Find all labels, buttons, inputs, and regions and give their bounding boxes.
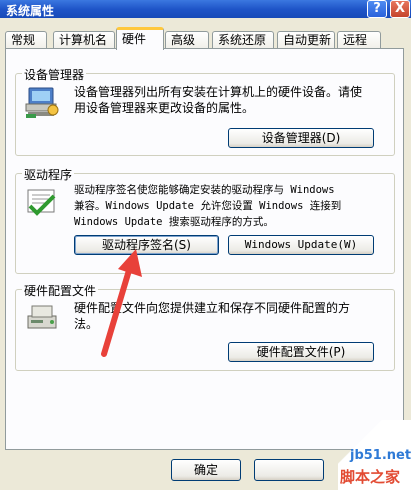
title-bar: 系统属性 ? X — [0, 0, 411, 18]
hardware-profiles-button[interactable]: 硬件配置文件(P) — [228, 342, 374, 362]
hardware-profile-icon — [27, 305, 57, 329]
device-manager-button[interactable]: 设备管理器(D) — [228, 128, 374, 148]
windows-update-button[interactable]: Windows Update(W) — [228, 235, 374, 255]
device-manager-group-title: 设备管理器 — [22, 66, 87, 83]
tab-system-restore[interactable]: 系统还原 — [212, 31, 274, 49]
driver-signing-icon — [27, 189, 56, 216]
hardware-profiles-description-2: 法。 — [74, 317, 99, 331]
drivers-description-3: Windows Update 搜索驱动程序的方式。 — [74, 216, 274, 228]
annotation-arrow — [101, 249, 142, 357]
drivers-group: 驱动程序 驱动程序签名使您能够确定安装的驱动程序与 Windows 兼容。Win… — [15, 166, 395, 274]
device-manager-group: 设备管理器 设备管理器列出所有安装在计算机上的硬件设备。请使 用设备管理器来更改… — [15, 66, 395, 156]
hardware-profiles-group: 硬件配置文件 硬件配置文件向您提供建立和保存不同硬件配置的方 法。 硬件配置文件… — [15, 282, 395, 371]
watermark-site: jb51.net — [350, 448, 411, 463]
hardware-tab-page: 设备管理器 设备管理器列出所有安装在计算机上的硬件设备。请使 用设备管理器来更改… — [5, 48, 404, 450]
tab-remote[interactable]: 远程 — [337, 31, 381, 49]
device-manager-description-2: 用设备管理器来更改设备的属性。 — [74, 101, 255, 115]
hardware-profiles-group-title: 硬件配置文件 — [22, 282, 99, 299]
drivers-group-title: 驱动程序 — [22, 166, 75, 183]
tab-automatic-updates[interactable]: 自动更新 — [277, 31, 335, 49]
window-title: 系统属性 — [6, 4, 55, 18]
tab-general[interactable]: 常规 — [5, 31, 47, 49]
tab-computer-name[interactable]: 计算机名 — [53, 31, 115, 49]
tab-hardware[interactable]: 硬件 — [116, 27, 164, 50]
drivers-description-2: 兼容。Windows Update 允许您设置 Windows 连接到 — [74, 200, 342, 212]
ok-button[interactable]: 确定 — [171, 459, 241, 481]
device-manager-description-1: 设备管理器列出所有安装在计算机上的硬件设备。请使 — [74, 85, 363, 99]
watermark-brand: 脚本之家 — [340, 468, 401, 486]
device-manager-icon — [25, 87, 59, 118]
tab-advanced[interactable]: 高级 — [165, 31, 209, 49]
drivers-description-1: 驱动程序签名使您能够确定安装的驱动程序与 Windows — [74, 184, 335, 196]
cancel-button[interactable] — [254, 459, 324, 481]
help-button[interactable]: ? — [367, 0, 387, 18]
close-button[interactable]: X — [390, 0, 410, 18]
tab-strip: 常规 计算机名 硬件 高级 系统还原 自动更新 远程 — [5, 27, 405, 50]
